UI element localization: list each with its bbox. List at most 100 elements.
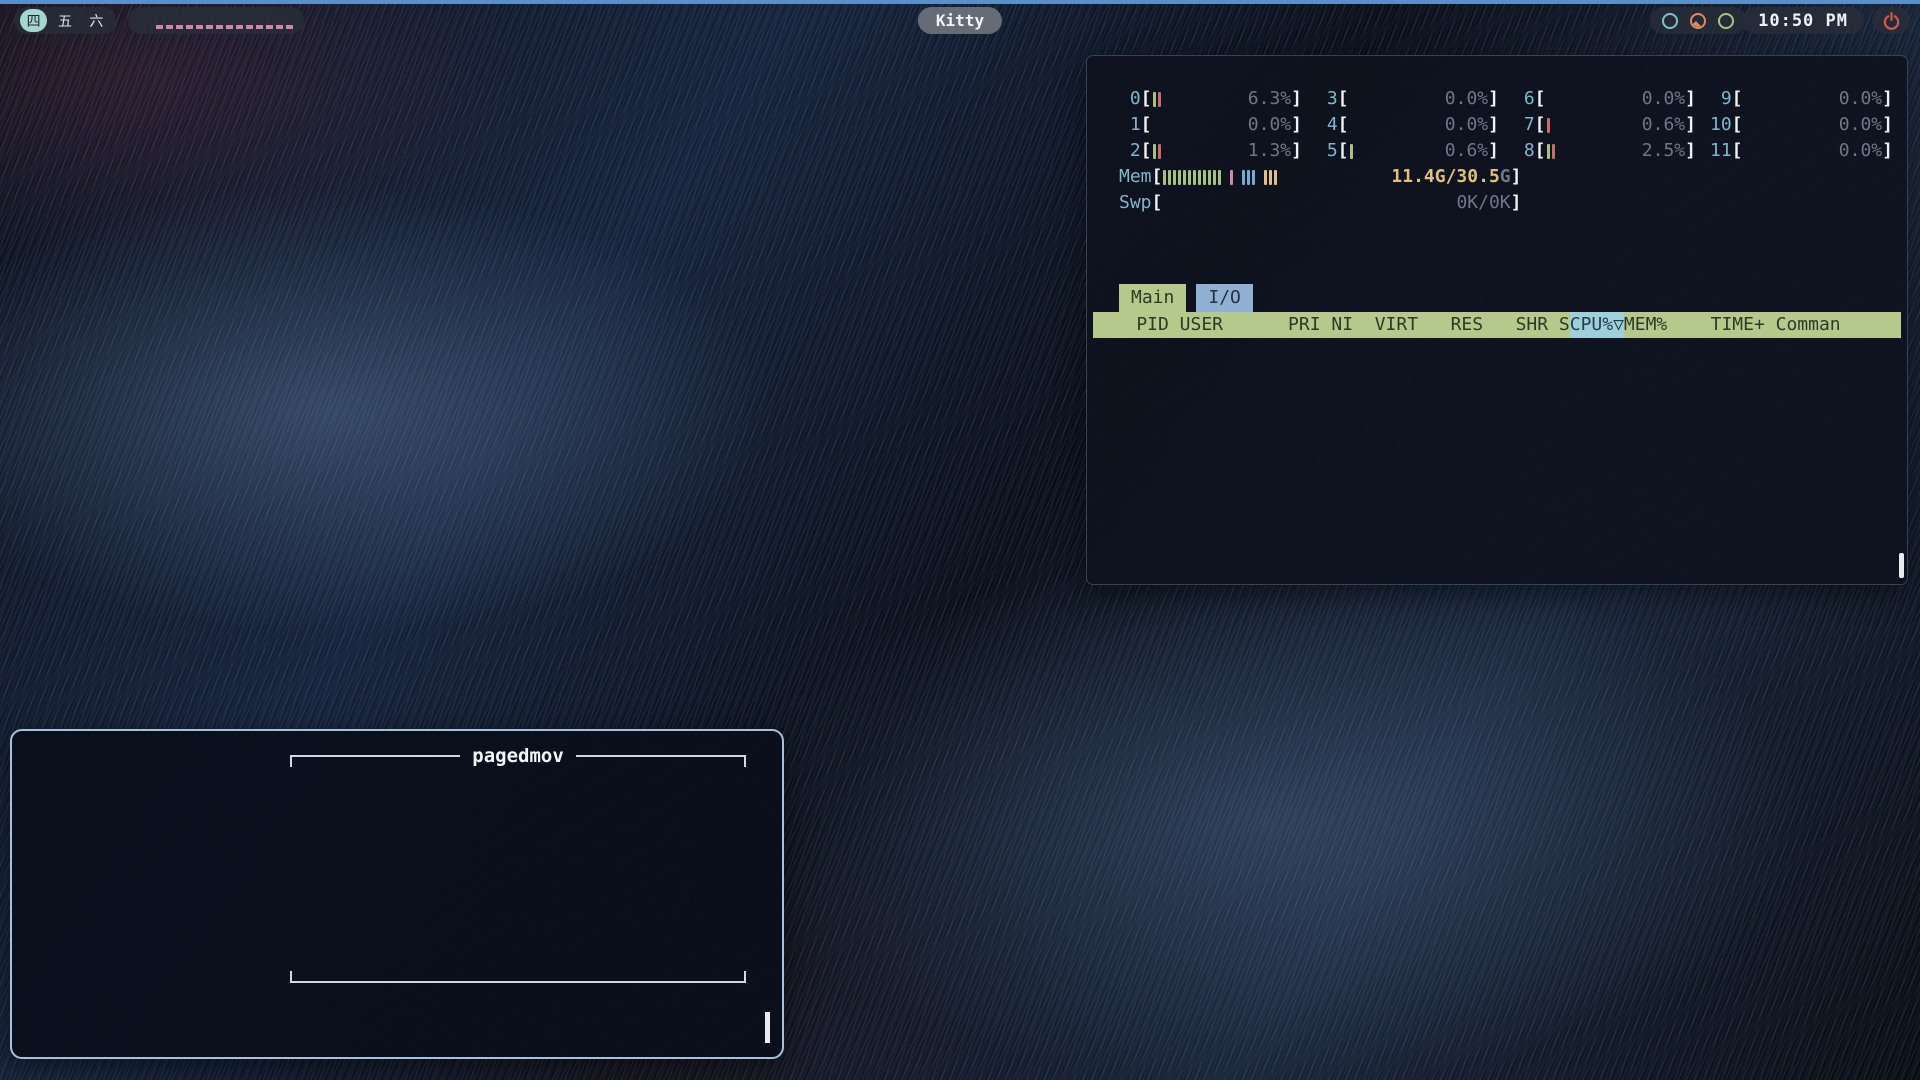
workspace-item[interactable]: 五 [51,9,78,32]
uptime-row: Uptime: 18:27:25 [1119,216,1893,242]
process-table-header: PID USER PRI NI VIRT RES SHR S CPU%▽ MEM… [1093,312,1901,338]
terminal-cursor [765,1012,770,1043]
cpu-meter-bars [1743,91,1839,107]
workspace-item[interactable]: 四 [20,9,47,32]
memory-label: Mem [1119,164,1152,190]
swap-value: 0K/0K [1456,190,1510,216]
cpu-meter: 5[0.6%] [1316,138,1499,164]
memory-value: 11.4G/30.5 [1391,164,1499,190]
cpu-meter: 6[0.0%] [1513,86,1696,112]
scrollbar-thumb[interactable] [1899,553,1904,578]
cpu-meter: 10[0.0%] [1710,112,1893,138]
cpu-meter: 9[0.0%] [1710,86,1893,112]
cpu-meter: 0[6.3%] [1119,86,1302,112]
cpu-meter: 3[0.0%] [1316,86,1499,112]
cpu-meter-bars [1546,117,1642,133]
cpu-meter-bars [1546,143,1642,159]
tab-main[interactable]: Main [1119,284,1186,312]
cpu-meter: 1[0.0%] [1119,112,1302,138]
cpu-meter-value: 0.6% [1642,112,1685,138]
cpu-meter-label: 7 [1513,112,1535,138]
cpu-meter-grid: 0[6.3%] 3[0.0%] 6[0.0%] 9[0.0%] 1[0.0%] … [1119,86,1893,164]
cpu-meter: 11[0.0%] [1710,138,1893,164]
tasks-summary: Tasks: 127, 1851 thr, 225 kthr; 0 [1533,164,1893,190]
cpu-meter-value: 0.0% [1839,86,1882,112]
power-button[interactable] [1872,7,1910,34]
cpu-meter-value: 0.0% [1839,112,1882,138]
tab-io[interactable]: I/O [1196,284,1253,312]
col-header-mem[interactable]: MEM% [1624,312,1667,338]
color-temp-indicator-icon[interactable] [1688,11,1708,31]
cpu-meter-label: 4 [1316,112,1338,138]
workspace-switcher: 四五六 [14,7,116,34]
cpu-meter-value: 2.5% [1642,138,1685,164]
music-widget[interactable] [128,7,304,34]
col-header-res[interactable]: RES [1418,312,1483,338]
cpu-meter-value: 6.3% [1248,86,1291,112]
col-header-command[interactable]: Comman [1776,312,1901,338]
col-header-shr[interactable]: SHR [1483,312,1548,338]
function-key-bar [1093,551,1901,577]
cpu-meter-label: 9 [1710,86,1732,112]
htop-window: 0[6.3%] 3[0.0%] 6[0.0%] 9[0.0%] 1[0.0%] … [1086,55,1908,585]
cpu-meter-bars [1349,143,1445,159]
cpu-meter-bars [1349,91,1445,107]
top-accent-line [0,0,1920,4]
cpu-meter-label: 0 [1119,86,1141,112]
cpu-meter-bars [1152,117,1248,133]
memory-meter: Mem[ 11.4G/30.5G] [1119,164,1521,190]
load-average: Load average: 0.92 0.98 1.03 [1533,190,1893,216]
cpu-meter-label: 10 [1710,112,1732,138]
network-indicator-icon[interactable] [1660,11,1680,31]
cpu-meter-value: 0.0% [1445,112,1488,138]
swap-meter: Swp[ 0K/0K] [1119,190,1521,216]
music-progress [156,25,293,29]
window-title-pill: Kitty [918,7,1002,34]
cpu-meter-bars [1152,91,1248,107]
battery-indicator-icon[interactable] [1716,11,1736,31]
cpu-meter-bars [1546,91,1642,107]
fetch-info-frame: pagedmov [290,755,746,983]
cpu-meter-bars [1743,117,1839,133]
nixos-logo [39,795,257,1003]
col-header-time[interactable]: TIME+ [1667,312,1765,338]
status-indicators[interactable] [1650,7,1746,34]
power-icon [1882,11,1901,30]
col-header-user[interactable]: USER [1180,312,1278,338]
col-header-virt[interactable]: VIRT [1353,312,1418,338]
cpu-meter-label: 11 [1710,138,1732,164]
col-header-cpu[interactable]: CPU%▽ [1570,312,1624,338]
cpu-meter-label: 5 [1316,138,1338,164]
cpu-meter-value: 0.0% [1445,86,1488,112]
cpu-meter-value: 0.0% [1839,138,1882,164]
cpu-meter-value: 0.6% [1445,138,1488,164]
cpu-meter-value: 0.0% [1248,112,1291,138]
col-header-s[interactable]: S [1559,312,1570,338]
desktop: { "topbar": { "workspaces": [ { "label":… [0,0,1920,1080]
memory-row: Mem[ 11.4G/30.5G] Tasks: 127, 1851 thr, … [1119,164,1893,190]
workspace-item[interactable]: 六 [83,9,110,32]
cpu-meter: 8[2.5%] [1513,138,1696,164]
clock[interactable]: 10:50 PM [1742,7,1864,34]
top-bar: 四五六 Kitty 10:50 PM [0,7,1920,35]
col-header-pid[interactable]: PID [1093,312,1169,338]
uptime: Uptime: 18:27:25 [1533,216,1893,242]
fastfetch-window: pagedmov [10,729,784,1059]
cpu-meter-bars [1152,143,1248,159]
cpu-meter: 7[0.6%] [1513,112,1696,138]
cpu-meter-label: 6 [1513,86,1535,112]
cpu-meter-value: 1.3% [1248,138,1291,164]
col-header-ni[interactable]: NI [1321,312,1354,338]
cpu-meter: 4[0.0%] [1316,112,1499,138]
swap-label: Swp [1119,190,1152,216]
memory-bars [1162,169,1391,185]
cpu-meter-bars [1743,143,1839,159]
cpu-meter: 2[1.3%] [1119,138,1302,164]
cpu-meter-label: 2 [1119,138,1141,164]
window-title: Kitty [936,11,984,30]
cpu-meter-label: 1 [1119,112,1141,138]
cpu-meter-bars [1349,117,1445,133]
col-header-pri[interactable]: PRI [1277,312,1320,338]
cpu-meter-label: 3 [1316,86,1338,112]
cpu-meter-value: 0.0% [1642,86,1685,112]
